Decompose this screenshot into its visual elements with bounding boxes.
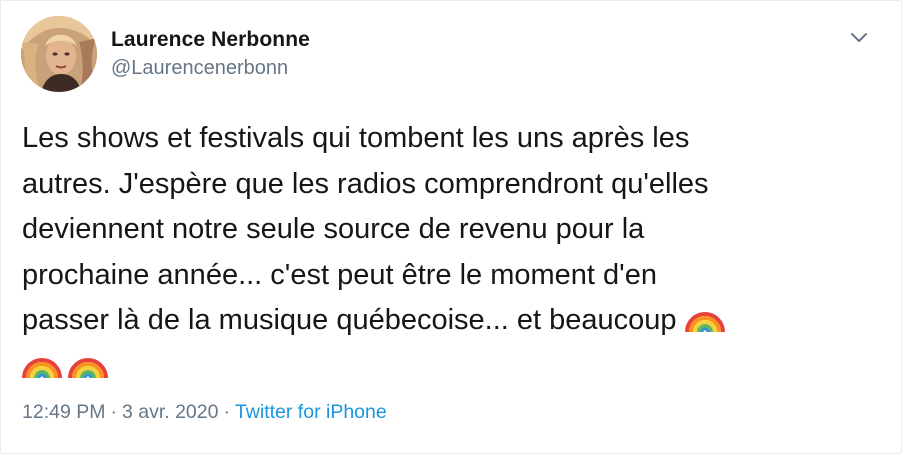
emoji-line xyxy=(22,344,872,390)
separator: · xyxy=(110,401,117,423)
tweet-text-line: Les shows et festivals qui tombent les u… xyxy=(22,122,690,154)
tweet-card: Laurence Nerbonne @Laurencenerbonn Les s… xyxy=(0,0,902,454)
avatar[interactable] xyxy=(21,16,97,92)
tweet-text-line: prochaine année... c'est peut être le mo… xyxy=(22,258,657,291)
tweet-date[interactable]: 3 avr. 2020 xyxy=(122,401,219,423)
chevron-down-icon[interactable] xyxy=(847,27,871,47)
tweet-text-line: autres. J'espère que les radios comprend… xyxy=(22,167,709,200)
tweet-source-link[interactable]: Twitter for iPhone xyxy=(235,401,387,423)
tweet-text: Les shows et festivals qui tombent les u… xyxy=(22,116,872,389)
separator: · xyxy=(223,401,230,423)
tweet-text-line: passer là de la musique québecoise... et… xyxy=(22,304,677,336)
tweet-text-line-last: passer là de la musique québecoise... et… xyxy=(22,298,872,344)
avatar-image xyxy=(21,16,97,92)
rainbow-emoji-icon xyxy=(684,300,725,334)
rainbow-emoji-icon xyxy=(22,346,62,380)
rainbow-emoji-icon xyxy=(68,346,108,380)
user-handle[interactable]: @Laurencenerbonn xyxy=(111,57,288,80)
tweet-meta: 12:49 PM · 3 avr. 2020 · Twitter for iPhone xyxy=(22,401,387,424)
tweet-text-line: deviennent notre seule source de revenu … xyxy=(22,213,645,245)
display-name[interactable]: Laurence Nerbonne xyxy=(111,28,310,52)
tweet-time[interactable]: 12:49 PM xyxy=(22,401,105,423)
